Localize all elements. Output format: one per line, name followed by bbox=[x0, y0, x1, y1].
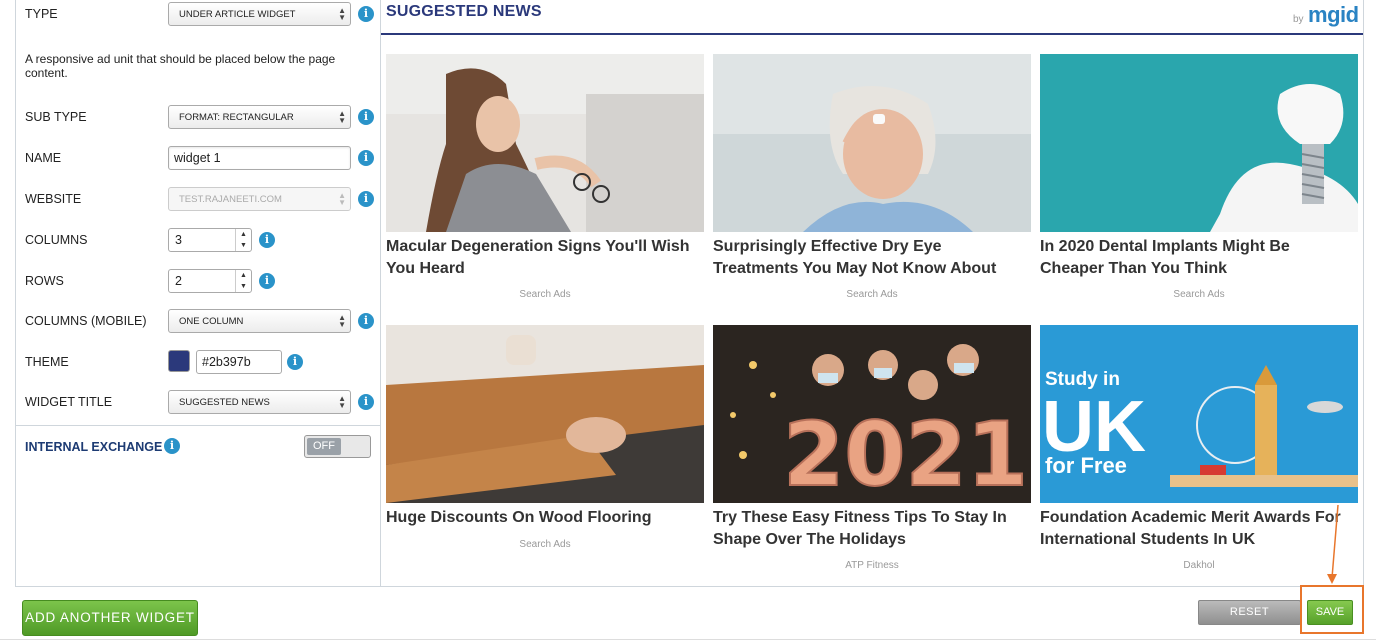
rows-stepper[interactable]: 2 ▲ ▼ bbox=[168, 269, 252, 293]
name-row: NAME widget 1 i bbox=[15, 146, 374, 170]
ad-title[interactable]: In 2020 Dental Implants Might Be Cheaper… bbox=[1040, 236, 1358, 280]
columns-value: 3 bbox=[175, 233, 182, 247]
panel-divider bbox=[15, 425, 381, 426]
rows-row: ROWS 2 ▲ ▼ i bbox=[15, 269, 365, 293]
annotation-arrow-icon bbox=[1327, 504, 1339, 584]
ad-card[interactable]: Surprisingly Effective Dry Eye Treatment… bbox=[713, 54, 1031, 280]
widget-title-label: WIDGET TITLE bbox=[25, 395, 113, 409]
ad-source: Search Ads bbox=[519, 289, 571, 300]
reset-button[interactable]: RESET bbox=[1198, 600, 1301, 625]
type-label: TYPE bbox=[25, 7, 58, 21]
stepper-arrows-icon[interactable]: ▲ ▼ bbox=[235, 270, 251, 292]
name-label: NAME bbox=[25, 151, 62, 165]
columns-row: COLUMNS 3 ▲ ▼ i bbox=[15, 228, 365, 252]
select-arrows-icon: ▲ ▼ bbox=[338, 394, 346, 410]
type-description: A responsive ad unit that should be plac… bbox=[25, 52, 336, 80]
info-icon[interactable]: i bbox=[358, 6, 374, 22]
theme-hex-input[interactable]: #2b397b bbox=[196, 350, 282, 374]
select-arrows-icon: ▲ ▼ bbox=[338, 6, 346, 22]
theme-row: THEME #2b397b i bbox=[15, 350, 365, 374]
website-select: TEST.RAJANEETI.COM ▲ ▼ bbox=[168, 187, 351, 211]
sub-type-select[interactable]: FORMAT: RECTANGULAR ▲ ▼ bbox=[168, 105, 351, 129]
type-value: UNDER ARTICLE WIDGET bbox=[179, 9, 296, 20]
widget-title-select[interactable]: SUGGESTED NEWS ▲ ▼ bbox=[168, 390, 351, 414]
info-icon[interactable]: i bbox=[358, 150, 374, 166]
ad-source: ATP Fitness bbox=[845, 560, 899, 571]
ad-image[interactable] bbox=[1040, 54, 1358, 232]
info-icon[interactable]: i bbox=[259, 232, 275, 248]
select-arrows-icon: ▲ ▼ bbox=[338, 191, 346, 207]
ad-card[interactable]: In 2020 Dental Implants Might Be Cheaper… bbox=[1040, 54, 1358, 280]
theme-color-swatch[interactable] bbox=[168, 350, 190, 372]
ad-image[interactable] bbox=[386, 54, 704, 232]
bottom-divider bbox=[0, 639, 1376, 640]
ad-image[interactable]: Study in UK for Free bbox=[1040, 325, 1358, 503]
ad-title[interactable]: Foundation Academic Merit Awards For Int… bbox=[1040, 507, 1358, 551]
ad-card[interactable]: Macular Degeneration Signs You'll Wish Y… bbox=[386, 54, 704, 280]
save-highlight-box bbox=[1300, 585, 1364, 634]
columns-mobile-value: ONE COLUMN bbox=[179, 316, 244, 327]
ad-image[interactable] bbox=[713, 54, 1031, 232]
website-value: TEST.RAJANEETI.COM bbox=[179, 194, 282, 205]
rows-value: 2 bbox=[175, 274, 182, 288]
internal-exchange-toggle[interactable]: OFF bbox=[304, 435, 371, 458]
widget-title-row: WIDGET TITLE SUGGESTED NEWS ▲ ▼ i bbox=[15, 390, 374, 414]
ad-title[interactable]: Try These Easy Fitness Tips To Stay In S… bbox=[713, 507, 1031, 551]
mgid-logo: by mgid bbox=[1293, 2, 1359, 28]
ad-title[interactable]: Surprisingly Effective Dry Eye Treatment… bbox=[713, 236, 1031, 280]
preview-title: SUGGESTED NEWS bbox=[386, 3, 542, 20]
title-underline bbox=[381, 33, 1363, 35]
sub-type-label: SUB TYPE bbox=[25, 110, 87, 124]
website-row: WEBSITE TEST.RAJANEETI.COM ▲ ▼ i bbox=[15, 187, 374, 211]
ad-source: Search Ads bbox=[1173, 289, 1225, 300]
info-icon[interactable]: i bbox=[358, 191, 374, 207]
ad-card[interactable]: Huge Discounts On Wood Flooring bbox=[386, 325, 704, 529]
add-another-widget-button[interactable]: ADD ANOTHER WIDGET bbox=[22, 600, 198, 636]
info-icon[interactable]: i bbox=[358, 313, 374, 329]
columns-mobile-row: COLUMNS (MOBILE) ONE COLUMN ▲ ▼ i bbox=[15, 309, 374, 333]
select-arrows-icon: ▲ ▼ bbox=[338, 313, 346, 329]
rows-label: ROWS bbox=[25, 274, 64, 288]
info-icon[interactable]: i bbox=[164, 438, 180, 454]
sub-type-row: SUB TYPE FORMAT: RECTANGULAR ▲ ▼ i bbox=[15, 105, 374, 129]
ad-title[interactable]: Macular Degeneration Signs You'll Wish Y… bbox=[386, 236, 704, 280]
ad-card[interactable]: 2021 Try These Easy Fitness Tips To Stay… bbox=[713, 325, 1031, 551]
info-icon[interactable]: i bbox=[358, 109, 374, 125]
ad-source: Dakhol bbox=[1183, 560, 1215, 571]
name-input[interactable]: widget 1 bbox=[168, 146, 351, 170]
ad-text-line3: for Free bbox=[1045, 453, 1127, 478]
ad-title[interactable]: Huge Discounts On Wood Flooring bbox=[386, 507, 704, 529]
columns-label: COLUMNS bbox=[25, 233, 88, 247]
ad-source: Search Ads bbox=[519, 539, 571, 550]
website-label: WEBSITE bbox=[25, 192, 82, 206]
columns-mobile-label: COLUMNS (MOBILE) bbox=[25, 314, 147, 328]
info-icon[interactable]: i bbox=[259, 273, 275, 289]
balloon-2021: 2021 bbox=[783, 403, 1028, 503]
ad-image[interactable] bbox=[386, 325, 704, 503]
sub-type-value: FORMAT: RECTANGULAR bbox=[179, 112, 294, 123]
columns-stepper[interactable]: 3 ▲ ▼ bbox=[168, 228, 252, 252]
select-arrows-icon: ▲ ▼ bbox=[338, 109, 346, 125]
type-row: TYPE UNDER ARTICLE WIDGET ▲ ▼ i bbox=[15, 2, 374, 26]
toggle-state: OFF bbox=[307, 438, 341, 455]
info-icon[interactable]: i bbox=[358, 394, 374, 410]
ad-image[interactable]: 2021 bbox=[713, 325, 1031, 503]
widget-title-value: SUGGESTED NEWS bbox=[179, 397, 270, 408]
ad-source: Search Ads bbox=[846, 289, 898, 300]
theme-label: THEME bbox=[25, 355, 69, 369]
type-select[interactable]: UNDER ARTICLE WIDGET ▲ ▼ bbox=[168, 2, 351, 26]
internal-exchange-label: INTERNAL EXCHANGE bbox=[25, 440, 163, 454]
info-icon[interactable]: i bbox=[287, 354, 303, 370]
brand-by: by bbox=[1293, 14, 1304, 25]
stepper-arrows-icon[interactable]: ▲ ▼ bbox=[235, 229, 251, 251]
brand-name: mgid bbox=[1308, 2, 1359, 27]
columns-mobile-select[interactable]: ONE COLUMN ▲ ▼ bbox=[168, 309, 351, 333]
ad-card[interactable]: Study in UK for Free Foundation Academic… bbox=[1040, 325, 1358, 551]
